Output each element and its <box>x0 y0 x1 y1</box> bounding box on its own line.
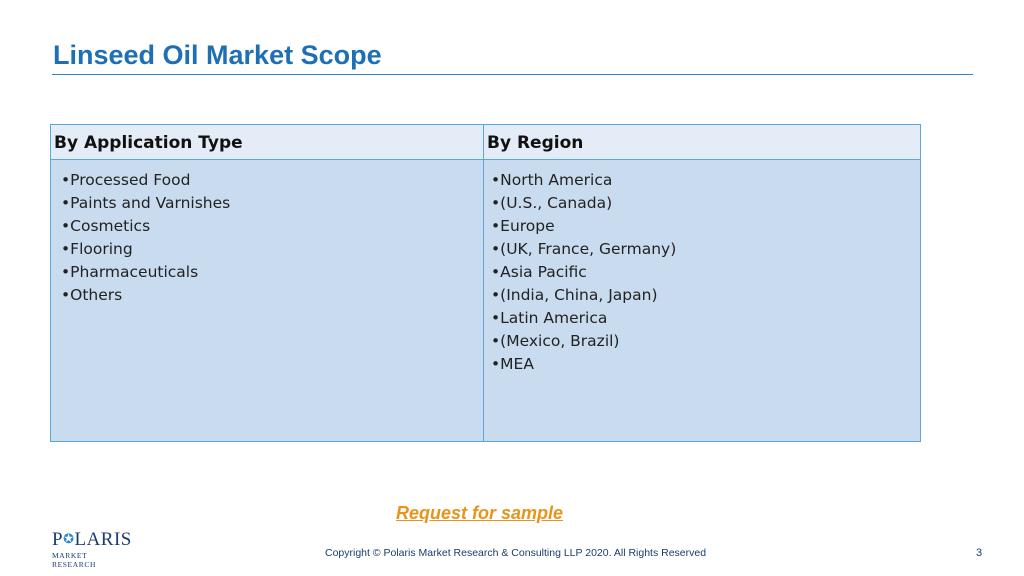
logo-wordmark: P✪LARIS <box>52 529 132 550</box>
logo-subtitle: MARKET RESEARCH <box>52 551 96 569</box>
list-item: MEA <box>491 353 676 376</box>
application-type-list: Processed Food Paints and Varnishes Cosm… <box>61 169 230 307</box>
column-divider <box>483 125 484 441</box>
list-item: Flooring <box>61 238 230 261</box>
list-item: North America <box>491 169 676 192</box>
list-item: Europe <box>491 215 676 238</box>
request-sample-link[interactable]: Request for sample <box>396 503 563 524</box>
region-list: North America (U.S., Canada) Europe (UK,… <box>491 169 676 376</box>
list-item: (Mexico, Brazil) <box>491 330 676 353</box>
list-item: Latin America <box>491 307 676 330</box>
list-item: (U.S., Canada) <box>491 192 676 215</box>
application-type-header: By Application Type <box>54 133 243 153</box>
list-item: Others <box>61 284 230 307</box>
list-item: Paints and Varnishes <box>61 192 230 215</box>
slide-title: Linseed Oil Market Scope <box>53 40 382 70</box>
market-scope-table: By Application Type By Region Processed … <box>50 124 921 442</box>
list-item: Cosmetics <box>61 215 230 238</box>
region-header: By Region <box>487 133 584 153</box>
copyright-text: Copyright © Polaris Market Research & Co… <box>325 547 707 559</box>
list-item: Processed Food <box>61 169 230 192</box>
page-number: 3 <box>976 547 983 559</box>
title-underline <box>52 74 973 75</box>
list-item: (UK, France, Germany) <box>491 238 676 261</box>
list-item: Pharmaceuticals <box>61 261 230 284</box>
polaris-logo: P✪LARIS MARKET RESEARCH <box>52 529 132 569</box>
list-item: Asia Pacific <box>491 261 676 284</box>
star-icon: ✪ <box>63 531 75 546</box>
list-item: (India, China, Japan) <box>491 284 676 307</box>
